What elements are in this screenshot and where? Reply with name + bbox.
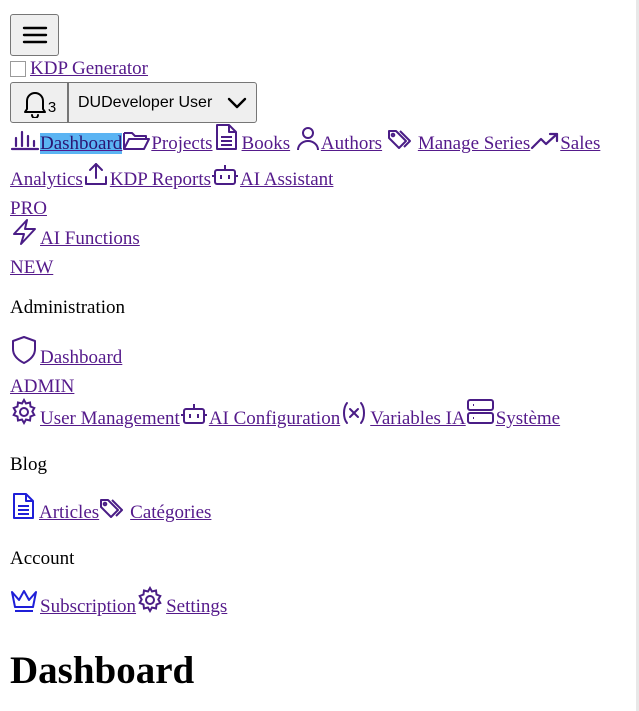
nav-ai-assistant-label: AI Assistant: [240, 169, 334, 190]
bot-icon: [180, 402, 209, 426]
nav-manage-series[interactable]: Manage Series: [387, 130, 531, 154]
admin-badge[interactable]: ADMIN: [10, 375, 634, 398]
nav-subscription-label: Subscription: [40, 596, 137, 617]
crown-icon: [10, 588, 40, 614]
user-label: DUDeveloper User: [78, 94, 212, 112]
nav-admin-dashboard-label: Dashboard: [40, 347, 123, 368]
user-menu-button[interactable]: DUDeveloper User: [68, 82, 257, 123]
nav-systeme-label: Système: [495, 408, 561, 429]
nav-categories-label: Catégories: [130, 502, 212, 523]
nav-admin-dashboard[interactable]: Dashboard: [10, 336, 123, 368]
gear-icon: [136, 586, 166, 614]
tags-icon: [387, 127, 418, 151]
notifications-button[interactable]: 3: [10, 82, 68, 123]
account-nav: Subscription Settings: [10, 586, 634, 624]
nav-ai-configuration[interactable]: AI Configuration: [180, 404, 341, 429]
user-icon: [295, 125, 321, 151]
user-initials: DU: [78, 93, 102, 111]
nav-variables-ia-label: Variables IA: [370, 408, 466, 429]
nav-dashboard[interactable]: Dashboard: [10, 130, 123, 154]
nav-user-management[interactable]: User Management: [10, 398, 180, 429]
file-text-icon: [213, 123, 242, 151]
nav-ai-configuration-label: AI Configuration: [208, 408, 341, 429]
notifications-count: 3: [47, 99, 57, 116]
nav-kdp-reports[interactable]: KDP Reports: [83, 163, 211, 190]
ai-assistant-pro-badge[interactable]: PRO: [10, 197, 634, 220]
folder-icon: [122, 129, 151, 151]
nav-ai-functions-label: AI Functions: [40, 228, 140, 249]
blog-nav: Articles Catégories: [10, 492, 634, 530]
gear-icon: [10, 398, 40, 426]
nav-ai-assistant[interactable]: AI Assistant: [211, 165, 334, 190]
bot-icon: [211, 163, 240, 187]
nav-books[interactable]: Books: [213, 124, 291, 154]
nav-dashboard-label: Dashboard: [40, 133, 123, 154]
nav-books-label: Books: [241, 133, 291, 154]
menu-button[interactable]: [10, 14, 59, 56]
nav-systeme[interactable]: Système: [466, 399, 561, 429]
nav-kdp-reports-label: KDP Reports: [109, 169, 211, 190]
admin-nav: Dashboard ADMIN User Management AI Config…: [10, 335, 634, 436]
variable-icon: [340, 400, 370, 426]
nav-ai-functions[interactable]: AI Functions: [10, 218, 140, 256]
nav-settings-label: Settings: [166, 596, 228, 617]
logo-alt-text: KDP Generator: [30, 58, 149, 79]
bell-icon: [22, 88, 48, 118]
logo-row: KDP Generator: [10, 58, 634, 80]
file-text-icon: [10, 492, 39, 520]
nav-authors[interactable]: Authors: [295, 127, 383, 154]
shield-icon: [10, 335, 40, 365]
nav-user-management-label: User Management: [40, 408, 180, 429]
menu-icon: [22, 24, 48, 46]
trending-up-icon: [530, 131, 560, 151]
nav-categories[interactable]: Catégories: [99, 499, 212, 523]
admin-section-title: Administration: [10, 297, 126, 318]
account-section-title: Account: [10, 548, 75, 569]
zap-icon: [10, 218, 40, 246]
nav-projects[interactable]: Projects: [122, 132, 213, 154]
logo-image-icon: [10, 61, 26, 77]
nav-settings[interactable]: Settings: [136, 586, 228, 617]
bar-chart-icon: [10, 129, 40, 151]
server-icon: [466, 398, 496, 426]
logo-link[interactable]: KDP Generator: [10, 58, 148, 80]
main-nav: Dashboard Projects Books Authors Manage Se…: [10, 123, 634, 279]
chevron-down-icon: [226, 95, 248, 111]
ai-functions-new-badge[interactable]: NEW: [10, 256, 634, 279]
nav-authors-label: Authors: [320, 133, 383, 154]
nav-variables-ia[interactable]: Variables IA: [340, 402, 466, 429]
nav-manage-series-label: Manage Series: [417, 133, 531, 154]
nav-subscription[interactable]: Subscription: [10, 590, 137, 617]
blog-section-title: Blog: [10, 454, 47, 475]
page: KDP Generator 3 DUDeveloper User Dashboa…: [0, 0, 634, 694]
page-title: Dashboard: [10, 649, 195, 692]
nav-articles-label: Articles: [39, 502, 100, 523]
tags-icon: [99, 496, 130, 520]
header-controls: 3 DUDeveloper User: [10, 82, 634, 123]
nav-articles[interactable]: Articles: [10, 493, 100, 523]
nav-projects-label: Projects: [151, 133, 213, 154]
user-name: Developer User: [101, 93, 213, 111]
upload-icon: [83, 161, 110, 187]
